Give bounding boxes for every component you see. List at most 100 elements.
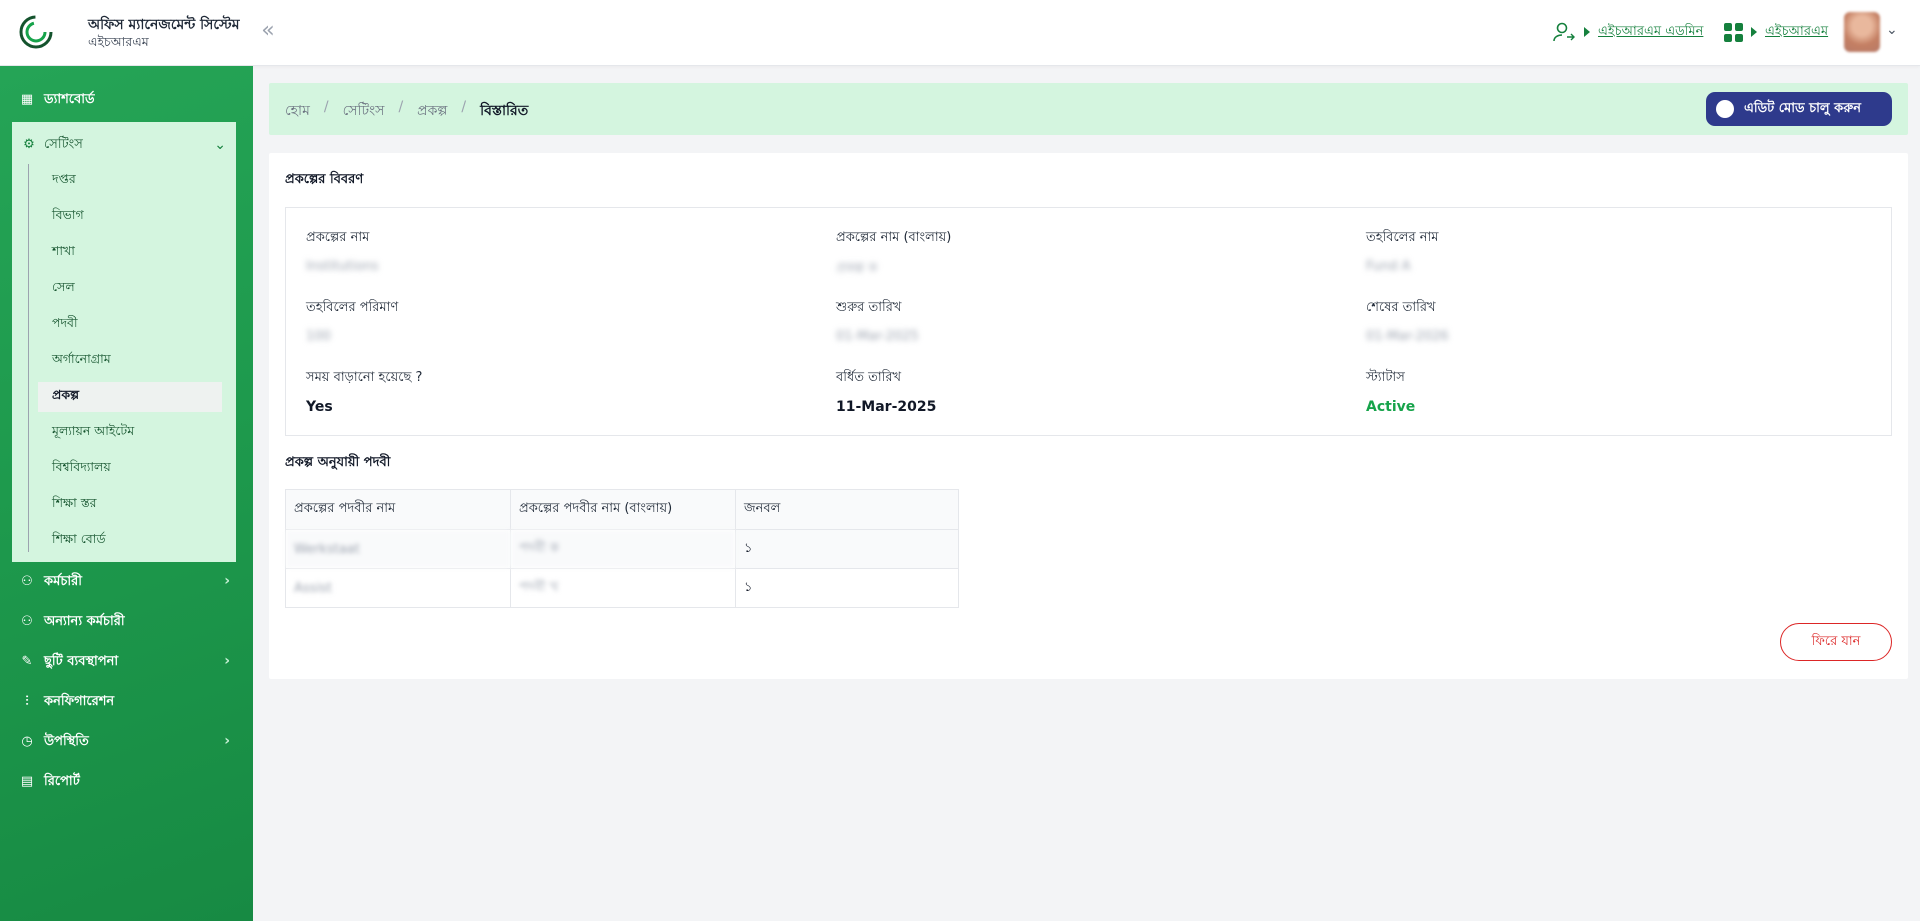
column-header: প্রকল্পের পদবীর নাম (বাংলায়) xyxy=(510,489,736,530)
sidebar-item-label: উপস্থিতি xyxy=(44,733,89,749)
table-cell: পদবী খ xyxy=(510,568,736,608)
clock-icon: ◷ xyxy=(21,734,33,749)
settings-item-education-board[interactable]: শিক্ষা বোর্ড xyxy=(38,526,222,556)
table-cell: ১ xyxy=(735,568,959,608)
field-project-name: প্রকল্পের নাম Institutions xyxy=(306,228,706,274)
field-label: প্রকল্পের নাম (বাংলায়) xyxy=(836,230,952,245)
sidebar-item-dashboard[interactable]: ▦ ড্যাশবোর্ড xyxy=(20,88,230,112)
sidebar: ▦ ড্যাশবোর্ড ⚙ সেটিংস ⌄ দপ্তর বিভাগ শাখা… xyxy=(0,66,253,921)
chevron-down-icon: ⌄ xyxy=(214,137,226,153)
dashboard-icon: ▦ xyxy=(20,92,34,107)
edit-mode-toggle[interactable]: এডিট মোড চালু করুন xyxy=(1706,92,1892,126)
document-icon: ▤ xyxy=(20,774,34,789)
status-badge: Active xyxy=(1366,399,1416,415)
sidebar-item-label: ড্যাশবোর্ড xyxy=(44,91,95,107)
sidebar-item-label: কনফিগারেশন xyxy=(44,693,115,709)
breadcrumb-project[interactable]: প্রকল্প xyxy=(417,99,447,123)
field-value: 100 xyxy=(306,329,331,344)
sidebar-item-configuration[interactable]: ⫶ কনফিগারেশন xyxy=(20,690,230,714)
sidebar-item-label: কর্মচারী xyxy=(44,573,82,589)
project-details-card: প্রকল্পের বিবরণ প্রকল্পের নাম Institutio… xyxy=(269,153,1908,679)
sidebar-item-leave-management[interactable]: ✎ ছুটি ব্যবস্থাপনা › xyxy=(20,650,230,674)
table-row: Werkstaat পদবী ক ১ xyxy=(285,529,959,569)
sidebar-item-label: ছুটি ব্যবস্থাপনা xyxy=(44,653,119,669)
breadcrumb-settings[interactable]: সেটিংস xyxy=(343,99,385,123)
user-group-icon: ⚇ xyxy=(21,574,33,589)
user-group-icon: ⚇ xyxy=(21,614,33,629)
field-label: তহবিলের নাম xyxy=(1366,230,1439,245)
sliders-icon: ⫶ xyxy=(25,694,29,709)
field-value: Yes xyxy=(306,399,333,415)
settings-item-education-level[interactable]: শিক্ষা স্তর xyxy=(38,490,222,520)
table-cell: Assist xyxy=(285,568,511,608)
settings-item-organogram[interactable]: অর্গানোগ্রাম xyxy=(38,346,222,376)
table-cell: ১ xyxy=(735,529,959,569)
sidebar-item-settings[interactable]: ⚙ সেটিংস ⌄ xyxy=(22,134,226,156)
breadcrumb-home[interactable]: হোম xyxy=(285,99,310,123)
edit-mode-label: এডিট মোড চালু করুন xyxy=(1744,100,1861,116)
sidebar-item-label: রিপোর্ট xyxy=(44,773,80,789)
collapse-sidebar-icon[interactable]: « xyxy=(256,20,280,44)
settings-item-project[interactable]: প্রকল্প xyxy=(38,382,222,412)
field-start-date: শুরুর তারিখ 01-Mar-2025 xyxy=(836,298,1236,344)
column-header: জনবল xyxy=(735,489,959,530)
field-label: স্ট্যাটাস xyxy=(1366,370,1405,385)
settings-item-evaluation[interactable]: মূল্যায়ন আইটেম xyxy=(38,418,222,448)
field-value: 01-Mar-2025 xyxy=(836,329,919,344)
app-subtitle: এইচআরএম xyxy=(88,34,149,49)
field-fund-amount: তহবিলের পরিমাণ 100 xyxy=(306,298,706,344)
settings-item-university[interactable]: বিশ্ববিদ্যালয় xyxy=(38,454,222,484)
tree-line xyxy=(28,164,29,552)
logo-icon xyxy=(19,15,53,49)
breadcrumb-separator: / xyxy=(461,99,467,115)
table-row: Assist পদবী খ ১ xyxy=(285,568,959,608)
back-button[interactable]: ফিরে যান xyxy=(1780,623,1892,661)
app-switch-link[interactable]: এইচআরএম xyxy=(1765,22,1828,43)
user-role-link[interactable]: এইচআরএম এডমিন xyxy=(1598,22,1703,43)
field-extended: সময় বাড়ানো হয়েছে ? Yes xyxy=(306,368,706,415)
settings-item-cell[interactable]: সেল xyxy=(38,274,222,304)
top-header: অফিস ম্যানেজমেন্ট সিস্টেম এইচআরএম « এইচআ… xyxy=(0,0,1920,66)
breadcrumb-bar: হোম / সেটিংস / প্রকল্প / বিস্তারিত এডিট … xyxy=(269,83,1908,135)
sidebar-item-label: অন্যান্য কর্মচারী xyxy=(44,613,125,629)
main-content: হোম / সেটিংস / প্রকল্প / বিস্তারিত এডিট … xyxy=(253,66,1920,921)
field-value: Institutions xyxy=(306,259,379,274)
chevron-right-icon: › xyxy=(224,733,230,749)
chevron-down-icon[interactable]: ⌄ xyxy=(1886,22,1898,38)
app-switcher[interactable]: এইচআরএম xyxy=(1724,18,1828,46)
breadcrumb-separator: / xyxy=(323,99,329,115)
field-value: প্রকল্প ক xyxy=(836,261,878,276)
apps-grid-icon xyxy=(1724,22,1743,42)
toggle-knob-icon xyxy=(1716,100,1734,118)
sidebar-item-employee[interactable]: ⚇ কর্মচারী › xyxy=(20,570,230,594)
settings-item-branch[interactable]: শাখা xyxy=(38,238,222,268)
sidebar-item-attendance[interactable]: ◷ উপস্থিতি › xyxy=(20,730,230,754)
field-label: সময় বাড়ানো হয়েছে ? xyxy=(306,370,423,385)
field-label: তহবিলের পরিমাণ xyxy=(306,300,399,315)
table-cell: পদবী ক xyxy=(510,529,736,569)
field-fund-name: তহবিলের নাম Fund A xyxy=(1366,228,1766,274)
sidebar-item-report[interactable]: ▤ রিপোর্ট xyxy=(20,770,230,794)
field-label: শুরুর তারিখ xyxy=(836,300,902,315)
field-value: Fund A xyxy=(1366,259,1411,274)
sidebar-item-other-employee[interactable]: ⚇ অন্যান্য কর্মচারী xyxy=(20,610,230,634)
chevron-right-icon: › xyxy=(224,573,230,589)
settings-item-designation[interactable]: পদবী xyxy=(38,310,222,340)
user-role-switcher[interactable]: এইচআরএম এডমিন xyxy=(1552,18,1703,46)
field-value: 11-Mar-2025 xyxy=(836,399,937,415)
gear-icon: ⚙ xyxy=(23,137,35,152)
leave-icon: ✎ xyxy=(21,654,33,669)
avatar[interactable] xyxy=(1844,12,1880,52)
caret-right-icon xyxy=(1751,27,1757,37)
settings-item-division[interactable]: বিভাগ xyxy=(38,202,222,232)
column-header: প্রকল্পের পদবীর নাম xyxy=(285,489,511,530)
field-value: 01-Mar-2026 xyxy=(1366,329,1449,344)
designation-section-title: প্রকল্প অনুযায়ী পদবী xyxy=(285,455,391,470)
sidebar-item-label: সেটিংস xyxy=(44,136,83,152)
breadcrumb-current: বিস্তারিত xyxy=(480,103,529,119)
caret-right-icon xyxy=(1584,27,1590,37)
details-box: প্রকল্পের নাম Institutions প্রকল্পের নাম… xyxy=(285,207,1892,436)
breadcrumb: হোম / সেটিংস / প্রকল্প / বিস্তারিত xyxy=(285,99,528,123)
settings-item-office[interactable]: দপ্তর xyxy=(38,166,222,196)
field-label: শেষের তারিখ xyxy=(1366,300,1436,315)
